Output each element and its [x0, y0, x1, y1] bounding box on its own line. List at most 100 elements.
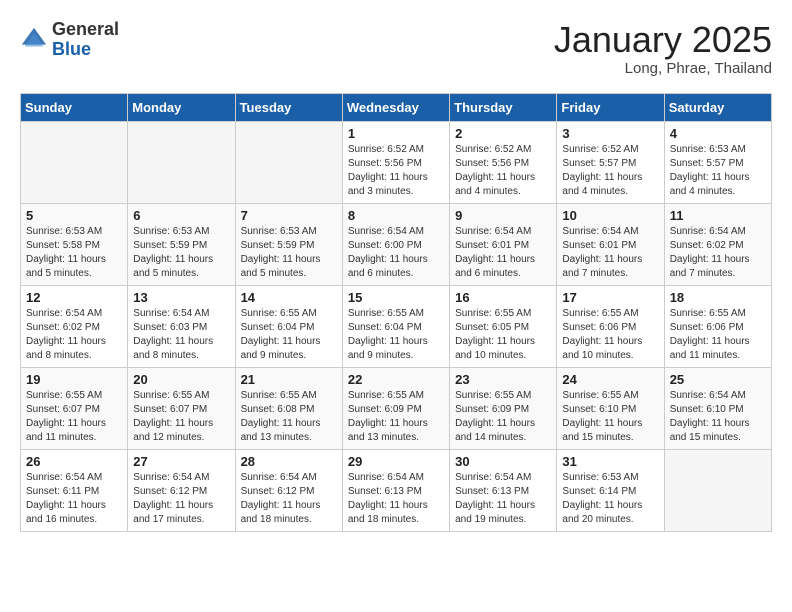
day-info: Sunrise: 6:54 AMSunset: 6:13 PMDaylight:…: [348, 471, 444, 527]
day-number: 18: [670, 290, 766, 305]
calendar-week-1: 1 Sunrise: 6:52 AMSunset: 5:56 PMDaylight…: [21, 121, 772, 203]
day-number: 30: [455, 454, 551, 469]
day-number: 26: [26, 454, 122, 469]
calendar-cell: 8 Sunrise: 6:54 AMSunset: 6:00 PMDaylight…: [342, 203, 449, 285]
calendar-cell: 15 Sunrise: 6:55 AMSunset: 6:04 PMDayligh…: [342, 285, 449, 367]
day-info: Sunrise: 6:55 AMSunset: 6:08 PMDaylight:…: [241, 389, 337, 445]
calendar-cell: 11 Sunrise: 6:54 AMSunset: 6:02 PMDayligh…: [664, 203, 771, 285]
location-text: Long, Phrae, Thailand: [554, 60, 772, 77]
calendar-cell: 13 Sunrise: 6:54 AMSunset: 6:03 PMDayligh…: [128, 285, 235, 367]
day-info: Sunrise: 6:55 AMSunset: 6:04 PMDaylight:…: [348, 307, 444, 363]
day-number: 4: [670, 126, 766, 141]
day-number: 16: [455, 290, 551, 305]
calendar-table: SundayMondayTuesdayWednesdayThursdayFrid…: [20, 93, 772, 532]
day-number: 3: [562, 126, 658, 141]
day-number: 10: [562, 208, 658, 223]
day-number: 19: [26, 372, 122, 387]
calendar-cell: 29 Sunrise: 6:54 AMSunset: 6:13 PMDayligh…: [342, 449, 449, 531]
logo: General Blue: [20, 20, 119, 60]
day-info: Sunrise: 6:55 AMSunset: 6:04 PMDaylight:…: [241, 307, 337, 363]
calendar-cell: 31Sunrise: 6:53 AMSunset: 6:14 PMDayligh…: [557, 449, 664, 531]
logo-blue-text: Blue: [52, 39, 91, 59]
day-info: Sunrise: 6:54 AMSunset: 6:12 PMDaylight:…: [241, 471, 337, 527]
calendar-cell: 12 Sunrise: 6:54 AMSunset: 6:02 PMDayligh…: [21, 285, 128, 367]
calendar-cell: 20 Sunrise: 6:55 AMSunset: 6:07 PMDayligh…: [128, 367, 235, 449]
calendar-header: SundayMondayTuesdayWednesdayThursdayFrid…: [21, 93, 772, 121]
day-info: Sunrise: 6:54 AMSunset: 6:00 PMDaylight:…: [348, 225, 444, 281]
day-number: 11: [670, 208, 766, 223]
day-number: 23: [455, 372, 551, 387]
day-number: 28: [241, 454, 337, 469]
calendar-cell: 16 Sunrise: 6:55 AMSunset: 6:05 PMDayligh…: [450, 285, 557, 367]
calendar-week-4: 19 Sunrise: 6:55 AMSunset: 6:07 PMDayligh…: [21, 367, 772, 449]
calendar-cell: 1 Sunrise: 6:52 AMSunset: 5:56 PMDaylight…: [342, 121, 449, 203]
calendar-cell: 28 Sunrise: 6:54 AMSunset: 6:12 PMDayligh…: [235, 449, 342, 531]
calendar-cell: 3 Sunrise: 6:52 AMSunset: 5:57 PMDaylight…: [557, 121, 664, 203]
day-info: Sunrise: 6:54 AMSunset: 6:10 PMDaylight:…: [670, 389, 766, 445]
day-info: Sunrise: 6:53 AMSunset: 6:14 PMDaylight:…: [562, 471, 658, 527]
day-number: 8: [348, 208, 444, 223]
day-info: Sunrise: 6:54 AMSunset: 6:02 PMDaylight:…: [670, 225, 766, 281]
day-number: 17: [562, 290, 658, 305]
weekday-header-sunday: Sunday: [21, 93, 128, 121]
day-number: 6: [133, 208, 229, 223]
calendar-cell: 17Sunrise: 6:55 AMSunset: 6:06 PMDayligh…: [557, 285, 664, 367]
day-number: 7: [241, 208, 337, 223]
calendar-cell: 9 Sunrise: 6:54 AMSunset: 6:01 PMDaylight…: [450, 203, 557, 285]
calendar-cell: 26 Sunrise: 6:54 AMSunset: 6:11 PMDayligh…: [21, 449, 128, 531]
calendar-week-2: 5 Sunrise: 6:53 AMSunset: 5:58 PMDaylight…: [21, 203, 772, 285]
day-info: Sunrise: 6:53 AMSunset: 5:57 PMDaylight:…: [670, 143, 766, 199]
day-info: Sunrise: 6:54 AMSunset: 6:11 PMDaylight:…: [26, 471, 122, 527]
calendar-cell: 23 Sunrise: 6:55 AMSunset: 6:09 PMDayligh…: [450, 367, 557, 449]
day-info: Sunrise: 6:53 AMSunset: 5:58 PMDaylight:…: [26, 225, 122, 281]
day-info: Sunrise: 6:54 AMSunset: 6:02 PMDaylight:…: [26, 307, 122, 363]
day-number: 27: [133, 454, 229, 469]
calendar-cell: 7 Sunrise: 6:53 AMSunset: 5:59 PMDaylight…: [235, 203, 342, 285]
calendar-cell: [21, 121, 128, 203]
day-info: Sunrise: 6:54 AMSunset: 6:13 PMDaylight:…: [455, 471, 551, 527]
day-info: Sunrise: 6:54 AMSunset: 6:03 PMDaylight:…: [133, 307, 229, 363]
calendar-cell: 10 Sunrise: 6:54 AMSunset: 6:01 PMDayligh…: [557, 203, 664, 285]
day-info: Sunrise: 6:54 AMSunset: 6:01 PMDaylight:…: [562, 225, 658, 281]
day-info: Sunrise: 6:55 AMSunset: 6:09 PMDaylight:…: [455, 389, 551, 445]
day-info: Sunrise: 6:52 AMSunset: 5:57 PMDaylight:…: [562, 143, 658, 199]
day-info: Sunrise: 6:55 AMSunset: 6:10 PMDaylight:…: [562, 389, 658, 445]
day-info: Sunrise: 6:55 AMSunset: 6:06 PMDaylight:…: [670, 307, 766, 363]
calendar-cell: 25 Sunrise: 6:54 AMSunset: 6:10 PMDayligh…: [664, 367, 771, 449]
day-info: Sunrise: 6:54 AMSunset: 6:12 PMDaylight:…: [133, 471, 229, 527]
day-info: Sunrise: 6:55 AMSunset: 6:07 PMDaylight:…: [133, 389, 229, 445]
day-number: 29: [348, 454, 444, 469]
page-header: General Blue January 2025 Long, Phrae, T…: [20, 20, 772, 77]
title-block: January 2025 Long, Phrae, Thailand: [554, 20, 772, 77]
day-number: 15: [348, 290, 444, 305]
weekday-header-friday: Friday: [557, 93, 664, 121]
day-number: 9: [455, 208, 551, 223]
day-number: 5: [26, 208, 122, 223]
day-number: 13: [133, 290, 229, 305]
logo-text: General Blue: [52, 20, 119, 60]
day-number: 2: [455, 126, 551, 141]
day-number: 12: [26, 290, 122, 305]
calendar-cell: 30 Sunrise: 6:54 AMSunset: 6:13 PMDayligh…: [450, 449, 557, 531]
day-info: Sunrise: 6:54 AMSunset: 6:01 PMDaylight:…: [455, 225, 551, 281]
day-number: 24: [562, 372, 658, 387]
day-number: 20: [133, 372, 229, 387]
day-info: Sunrise: 6:53 AMSunset: 5:59 PMDaylight:…: [241, 225, 337, 281]
day-info: Sunrise: 6:52 AMSunset: 5:56 PMDaylight:…: [348, 143, 444, 199]
calendar-cell: 2 Sunrise: 6:52 AMSunset: 5:56 PMDaylight…: [450, 121, 557, 203]
day-number: 25: [670, 372, 766, 387]
weekday-header-wednesday: Wednesday: [342, 93, 449, 121]
day-number: 21: [241, 372, 337, 387]
day-info: Sunrise: 6:55 AMSunset: 6:07 PMDaylight:…: [26, 389, 122, 445]
weekday-header-row: SundayMondayTuesdayWednesdayThursdayFrid…: [21, 93, 772, 121]
day-info: Sunrise: 6:52 AMSunset: 5:56 PMDaylight:…: [455, 143, 551, 199]
day-info: Sunrise: 6:55 AMSunset: 6:05 PMDaylight:…: [455, 307, 551, 363]
day-number: 1: [348, 126, 444, 141]
calendar-cell: 5 Sunrise: 6:53 AMSunset: 5:58 PMDaylight…: [21, 203, 128, 285]
calendar-week-3: 12 Sunrise: 6:54 AMSunset: 6:02 PMDayligh…: [21, 285, 772, 367]
calendar-cell: 4 Sunrise: 6:53 AMSunset: 5:57 PMDaylight…: [664, 121, 771, 203]
calendar-cell: 27 Sunrise: 6:54 AMSunset: 6:12 PMDayligh…: [128, 449, 235, 531]
calendar-cell: [128, 121, 235, 203]
calendar-cell: 19 Sunrise: 6:55 AMSunset: 6:07 PMDayligh…: [21, 367, 128, 449]
day-info: Sunrise: 6:53 AMSunset: 5:59 PMDaylight:…: [133, 225, 229, 281]
